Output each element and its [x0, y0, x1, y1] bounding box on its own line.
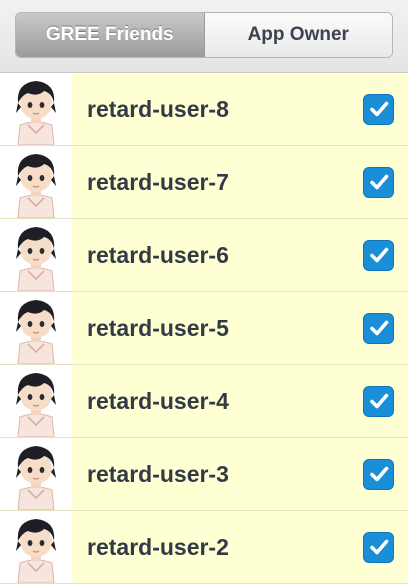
tab-app-owner[interactable]: App Owner [204, 13, 392, 57]
avatar-figure [16, 446, 56, 510]
avatar-icon [0, 219, 72, 291]
checkmark-icon [369, 393, 388, 409]
avatar-figure [16, 300, 56, 364]
tab-gree-friends[interactable]: GREE Friends [16, 13, 205, 57]
checkbox[interactable] [363, 166, 394, 198]
list-item[interactable]: retard-user-4 [0, 365, 408, 438]
list-item[interactable]: retard-user-5 [0, 292, 408, 365]
list-item[interactable]: retard-user-3 [0, 438, 408, 511]
user-name: retard-user-6 [87, 241, 229, 268]
avatar-figure [16, 519, 56, 583]
avatar-icon [0, 365, 72, 437]
checkbox[interactable] [363, 458, 394, 490]
user-name: retard-user-7 [87, 168, 229, 195]
avatar-icon [0, 511, 72, 583]
checkmark-icon [369, 101, 388, 117]
avatar-icon [0, 292, 72, 364]
checkbox[interactable] [363, 531, 394, 563]
checkbox[interactable] [363, 239, 394, 271]
avatar-icon [0, 73, 72, 145]
user-name: retard-user-3 [87, 460, 229, 487]
list-item[interactable]: retard-user-6 [0, 219, 408, 292]
avatar-figure [16, 373, 56, 437]
user-name: retard-user-5 [87, 314, 229, 341]
user-list: retard-user-8 retard-user-7 retard-user-… [0, 73, 408, 584]
checkbox[interactable] [363, 93, 394, 125]
list-item[interactable]: retard-user-7 [0, 146, 408, 219]
segmented-control: GREE Friends App Owner [15, 12, 393, 58]
checkbox[interactable] [363, 312, 394, 344]
user-name: retard-user-8 [87, 95, 229, 122]
checkbox[interactable] [363, 385, 394, 417]
user-name: retard-user-4 [87, 387, 229, 414]
avatar-icon [0, 438, 72, 510]
user-name: retard-user-2 [87, 533, 229, 560]
tab-bar: GREE Friends App Owner [0, 0, 408, 73]
avatar-figure [16, 81, 56, 145]
checkmark-icon [369, 247, 388, 263]
checkmark-icon [369, 320, 388, 336]
avatar-figure [16, 154, 56, 218]
checkmark-icon [369, 174, 388, 190]
list-item[interactable]: retard-user-2 [0, 511, 408, 584]
list-item[interactable]: retard-user-8 [0, 73, 408, 146]
checkmark-icon [369, 539, 388, 555]
checkmark-icon [369, 466, 388, 482]
avatar-icon [0, 146, 72, 218]
avatar-figure [16, 227, 56, 291]
